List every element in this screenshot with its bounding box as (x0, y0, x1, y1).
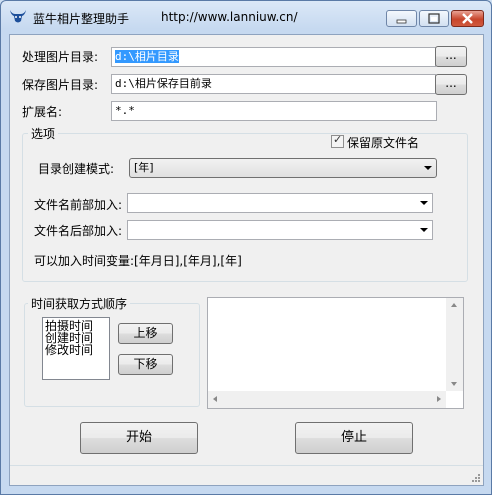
status-bar-divider (10, 465, 483, 466)
minimize-button[interactable] (386, 10, 417, 27)
dir-mode-value: [年] (134, 161, 154, 174)
scroll-right-icon[interactable] (437, 396, 441, 402)
source-dir-value: d:\相片目录 (115, 50, 179, 63)
scroll-down-icon[interactable] (451, 382, 457, 386)
save-dir-label: 保存图片目录: (22, 78, 99, 92)
dir-mode-label: 目录创建模式: (38, 162, 115, 176)
scroll-up-icon[interactable] (451, 303, 457, 307)
time-order-group: 时间获取方式顺序 拍摄时间 创建时间 修改时间 上移 下移 (24, 295, 200, 407)
window-title: 蓝牛相片整理助手 (33, 12, 130, 26)
start-button[interactable]: 开始 (80, 422, 198, 454)
options-group: 选项 保留原文件名 目录创建模式: [年] 文件名前部加入: 文件名后部加入: … (22, 125, 468, 282)
extension-label: 扩展名: (22, 105, 63, 119)
prefix-combo[interactable] (127, 193, 433, 213)
time-order-list[interactable]: 拍摄时间 创建时间 修改时间 (42, 317, 110, 380)
chevron-down-icon (420, 228, 428, 232)
horizontal-scrollbar[interactable] (208, 391, 446, 408)
close-button[interactable] (451, 10, 484, 27)
time-variable-hint: 可以加入时间变量:[年月日],[年月],[年] (34, 254, 242, 268)
time-order-group-title: 时间获取方式顺序 (28, 295, 131, 312)
options-group-title: 选项 (28, 125, 59, 142)
move-up-button[interactable]: 上移 (118, 323, 173, 344)
resize-grip-icon[interactable] (471, 473, 481, 483)
chevron-down-icon (424, 166, 432, 170)
bull-head-icon (10, 10, 26, 23)
suffix-combo[interactable] (127, 220, 433, 240)
source-dir-input[interactable]: d:\相片目录 (111, 47, 436, 67)
dir-mode-select[interactable]: [年] (129, 158, 437, 178)
log-textarea[interactable] (207, 297, 464, 409)
save-browse-button[interactable]: ... (435, 74, 467, 95)
title-bar[interactable]: 蓝牛相片整理助手 http://www.lanniuw.cn/ (1, 1, 491, 31)
website-url[interactable]: http://www.lanniuw.cn/ (161, 10, 298, 24)
prefix-label: 文件名前部加入: (34, 198, 123, 212)
keep-name-label[interactable]: 保留原文件名 (347, 134, 419, 151)
source-browse-button[interactable]: ... (435, 46, 467, 67)
stop-button[interactable]: 停止 (295, 422, 413, 454)
maximize-icon (428, 13, 440, 24)
close-icon (462, 13, 473, 24)
suffix-label: 文件名后部加入: (34, 224, 123, 238)
save-dir-input[interactable]: d:\相片保存目前录 (111, 74, 436, 94)
extension-input[interactable]: *.* (111, 101, 437, 121)
keep-name-checkbox[interactable] (331, 133, 344, 148)
source-dir-label: 处理图片目录: (22, 50, 99, 64)
app-window: 蓝牛相片整理助手 http://www.lanniuw.cn/ 处理图片目录: … (0, 0, 492, 495)
maximize-button[interactable] (419, 10, 449, 27)
chevron-down-icon (420, 201, 428, 205)
minimize-icon (396, 19, 407, 24)
vertical-scrollbar[interactable] (446, 298, 463, 391)
main-panel: 处理图片目录: d:\相片目录 ... 保存图片目录: d:\相片保存目前录 .… (9, 34, 484, 486)
scroll-left-icon[interactable] (213, 396, 217, 402)
list-item[interactable]: 修改时间 (45, 344, 107, 356)
move-down-button[interactable]: 下移 (118, 354, 173, 375)
